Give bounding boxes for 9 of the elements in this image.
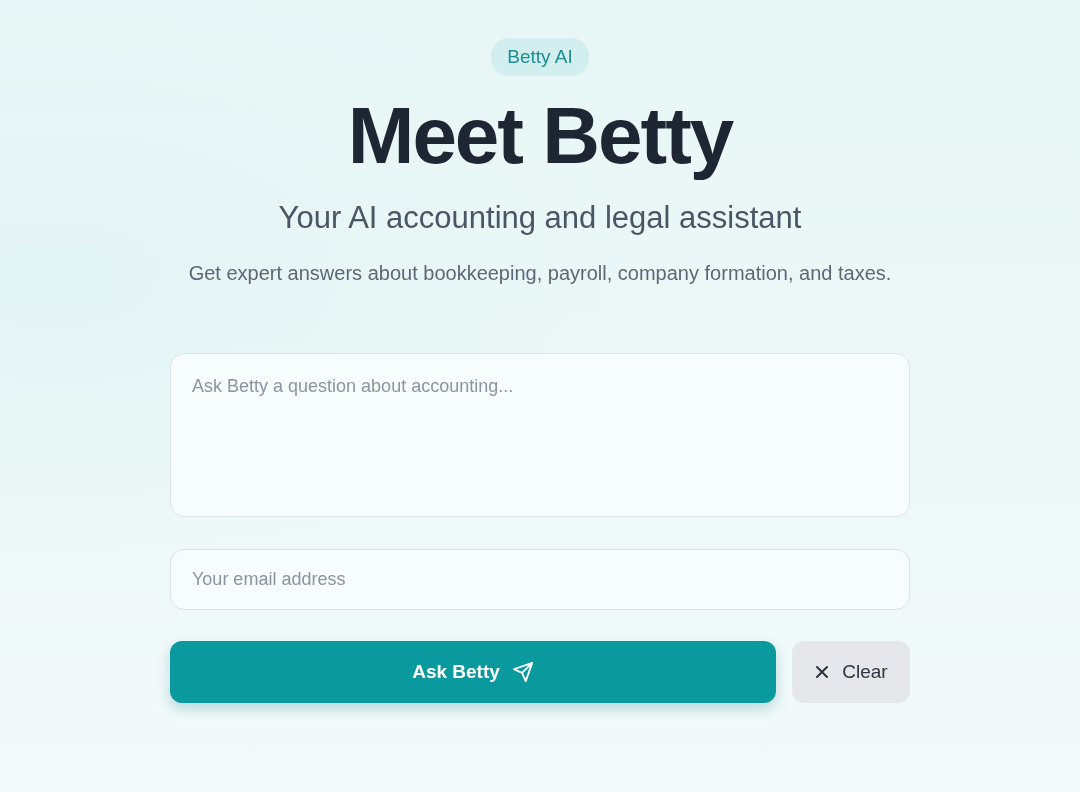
description: Get expert answers about bookkeeping, payroll, company formation, and taxes. xyxy=(187,261,893,286)
close-icon xyxy=(814,664,831,680)
question-field[interactable]: Ask Betty a question about accounting... xyxy=(170,353,910,517)
clear-button[interactable]: Clear xyxy=(792,641,910,703)
email-field[interactable]: Your email address xyxy=(170,549,910,610)
page-title: Meet Betty xyxy=(347,92,733,180)
subtitle: Your AI accounting and legal assistant xyxy=(278,200,802,236)
badge: Betty AI xyxy=(491,38,589,76)
send-icon xyxy=(511,661,534,683)
